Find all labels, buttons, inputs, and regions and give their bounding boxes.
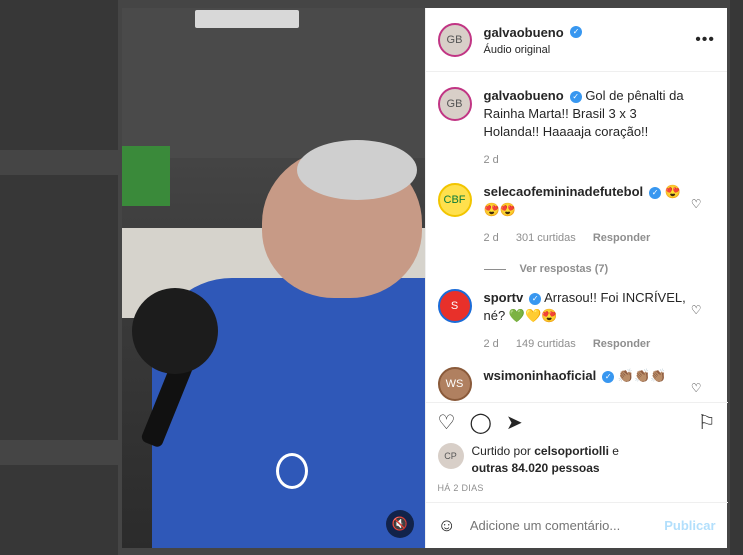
post-header: GB galvaobueno ✓ Áudio original •••: [425, 8, 727, 72]
monitor-screen: [122, 146, 170, 206]
speaker-muted-icon: 🔇: [391, 516, 409, 531]
comments-list[interactable]: GB galvaobueno ✓ Gol de pênalti da Rainha…: [426, 73, 728, 401]
verified-badge-icon: ✓: [649, 186, 662, 199]
caption-author[interactable]: galvaobueno: [484, 88, 564, 103]
divider: [483, 268, 506, 270]
likes-conjunction: e: [612, 444, 619, 458]
mute-button[interactable]: 🔇: [386, 510, 414, 538]
share-icon[interactable]: ➤: [506, 410, 523, 435]
verified-badge-icon: ✓: [569, 90, 582, 103]
presenter-hair: [297, 140, 417, 200]
microphone: [132, 288, 218, 374]
post-modal: 🔇 GB galvaobueno ✓ Áudio original ••• GB…: [122, 8, 728, 548]
audio-label[interactable]: Áudio original: [484, 44, 696, 56]
like-comment-icon[interactable]: ♡: [691, 303, 702, 317]
post-time[interactable]: HÁ 2 DIAS: [438, 483, 716, 493]
comment-item: S sportv ✓ Arrasou!! Foi INCRÍVEL, né? 💚💛…: [426, 275, 728, 353]
comment-author[interactable]: sportv: [484, 290, 524, 305]
comment-item: WS wsimoninhaoficial ✓ 👏🏽👏🏽👏🏽 ♡: [426, 353, 728, 401]
avatar[interactable]: GB: [437, 22, 472, 57]
post-video[interactable]: 🔇: [122, 8, 425, 548]
likes-summary: CP Curtido por celsoportiolli e outras 8…: [437, 443, 716, 477]
video-background: [122, 8, 425, 158]
like-comment-icon[interactable]: ♡: [691, 197, 702, 211]
post-actions: ♡ ◯ ➤ ⚐ CP Curtido por celsoportiolli e …: [425, 402, 728, 493]
likes-prefix: Curtido por: [471, 444, 531, 458]
comment-likes[interactable]: 149 curtidas: [516, 338, 576, 350]
post-author[interactable]: galvaobueno: [484, 25, 564, 40]
reply-button[interactable]: Responder: [593, 232, 650, 244]
like-comment-icon[interactable]: ♡: [691, 381, 702, 395]
liker-username[interactable]: celsoportiolli: [534, 444, 609, 458]
verified-badge-icon: ✓: [570, 26, 583, 39]
post-side-panel: GB galvaobueno ✓ Áudio original ••• GB g…: [424, 8, 728, 548]
comment-item: CBF selecaofemininadefutebol ✓ 😍 😍😍 2 d 3…: [426, 169, 728, 247]
verified-badge-icon: ✓: [602, 370, 615, 383]
avatar[interactable]: S: [437, 289, 472, 323]
avatar[interactable]: WS: [437, 367, 472, 401]
avatar[interactable]: GB: [437, 87, 472, 121]
more-options-icon[interactable]: •••: [695, 31, 715, 49]
comment-text: 👏🏽👏🏽👏🏽: [617, 368, 667, 383]
channel-logo: [276, 453, 308, 489]
comment-age[interactable]: 2 d: [484, 232, 499, 244]
view-replies-label: Ver respostas (7): [519, 263, 609, 275]
caption: GB galvaobueno ✓ Gol de pênalti da Rainha…: [426, 73, 728, 169]
verified-badge-icon: ✓: [529, 292, 542, 305]
publish-button[interactable]: Publicar: [664, 518, 715, 533]
caption-age[interactable]: 2 d: [484, 154, 499, 166]
comment-author[interactable]: wsimoninhaoficial: [484, 368, 597, 383]
comment-author[interactable]: selecaofemininadefutebol: [484, 184, 644, 199]
view-replies-button[interactable]: Ver respostas (7): [483, 263, 728, 275]
avatar[interactable]: CBF: [437, 183, 472, 217]
comment-age[interactable]: 2 d: [484, 338, 499, 350]
like-icon[interactable]: ♡: [438, 410, 456, 435]
comment-input[interactable]: [467, 517, 665, 534]
air-conditioner: [195, 10, 299, 28]
add-comment-bar: ☺ Publicar: [425, 502, 728, 548]
comment-likes[interactable]: 301 curtidas: [516, 232, 576, 244]
likes-count[interactable]: outras 84.020 pessoas: [472, 461, 600, 475]
comment-icon[interactable]: ◯: [469, 410, 491, 435]
avatar[interactable]: CP: [437, 443, 464, 469]
reply-button[interactable]: Responder: [593, 338, 650, 350]
emoji-icon[interactable]: ☺: [438, 515, 456, 536]
bookmark-icon[interactable]: ⚐: [698, 410, 716, 435]
